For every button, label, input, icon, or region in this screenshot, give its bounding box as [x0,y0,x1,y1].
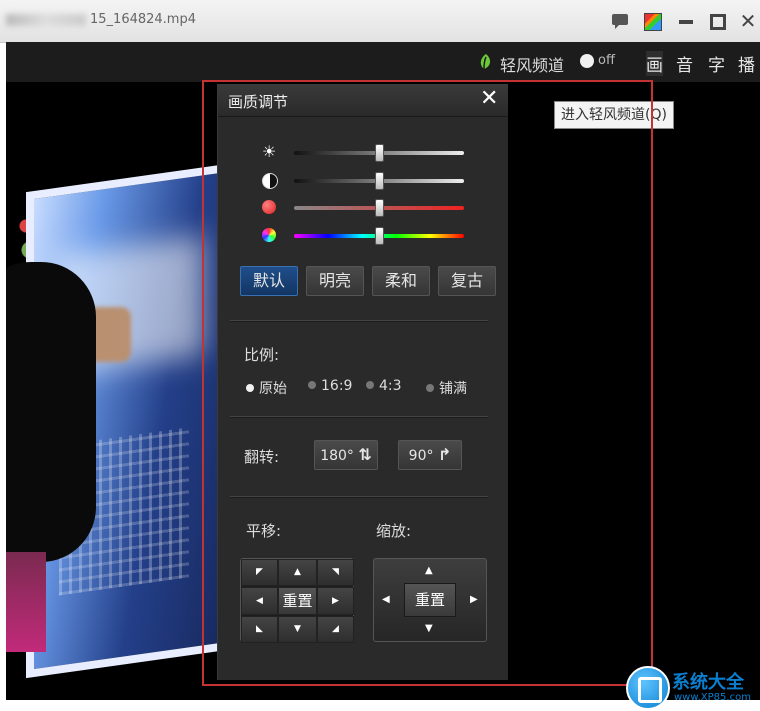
pan-pad: ◤ ▲ ◥ ◀ 重置 ▶ ◣ ▼ ◢ [240,558,354,643]
divider [230,416,488,418]
channel-tooltip: 进入轻风频道(Q) [554,101,674,129]
radio-icon[interactable] [308,381,316,389]
sun-icon: ☀ [262,142,277,161]
channel-toggle-state[interactable]: off [598,53,615,68]
zoom-out-vertical-button[interactable]: ▼ [425,623,433,634]
window-title: 15_164824.mp4 [6,12,196,27]
radio-icon[interactable] [246,384,254,392]
zoom-in-horizontal-button[interactable]: ▶ [470,594,478,605]
contrast-slider[interactable] [262,172,472,190]
pan-left-button[interactable]: ◀ [241,587,278,615]
playback-tab[interactable]: 播 [738,51,755,76]
player-toolbar: 轻风频道 off 画 音 字 播 [6,42,760,82]
title-bar: 15_164824.mp4 ✕ [0,0,760,43]
hue-slider[interactable] [262,227,472,245]
maximize-button[interactable] [707,11,727,31]
ratio-4-3-option[interactable]: 4:3 [366,378,402,394]
divider [230,496,488,498]
channel-toggle[interactable] [580,54,594,68]
red-dot-icon [262,200,276,214]
channel-label[interactable]: 轻风频道 [500,52,564,76]
saturation-thumb[interactable] [375,199,384,217]
panel-title: 画质调节 [228,93,289,111]
site-logo-icon [626,666,670,710]
radio-icon[interactable] [366,381,374,389]
watermark-text: 系统大全 [672,672,744,693]
skin-icon[interactable] [642,11,662,31]
close-icon[interactable]: ✕ [480,86,498,111]
preset-bright-button[interactable]: 明亮 [306,266,364,296]
leaf-icon[interactable] [478,53,494,71]
close-window-button[interactable]: ✕ [738,11,758,31]
pan-down-button[interactable]: ▼ [278,616,317,643]
turn-right-arrow-icon: ↱ [437,445,452,464]
ratio-label: 比例: [244,346,280,364]
ratio-fill-option[interactable]: 铺满 [426,378,467,398]
flip-180-button[interactable]: 180° ⇅ [314,440,378,470]
ratio-original-option[interactable]: 原始 [246,378,287,398]
flip-label: 翻转: [244,448,280,466]
zoom-label: 缩放: [376,522,412,540]
rotate-90-button[interactable]: 90° ↱ [398,440,462,470]
pan-up-button[interactable]: ▲ [278,559,317,586]
brightness-thumb[interactable] [375,144,384,162]
video-dark-shape [6,262,96,562]
contrast-thumb[interactable] [375,172,384,190]
panel-header: 画质调节 ✕ [218,84,508,117]
pan-up-right-button[interactable]: ◥ [317,559,354,586]
color-wheel-icon [262,228,276,242]
minimize-button[interactable] [676,11,696,31]
preset-default-button[interactable]: 默认 [240,266,298,296]
picture-adjust-panel: 画质调节 ✕ ☀ 默认 明亮 柔和 复古 比例: 原始 16:9 4:3 铺满 … [217,84,508,680]
pan-reset-button[interactable]: 重置 [278,587,317,615]
audio-tab[interactable]: 音 [676,51,693,76]
zoom-out-horizontal-button[interactable]: ◀ [382,594,390,605]
zoom-pad: ▲ ▼ ◀ ▶ 重置 [373,558,487,642]
video-pink-object [6,552,46,652]
ratio-16-9-option[interactable]: 16:9 [308,378,352,394]
picture-tab[interactable]: 画 [646,51,663,76]
chat-icon[interactable] [610,11,630,31]
zoom-in-vertical-button[interactable]: ▲ [425,565,433,576]
divider [230,320,488,322]
preset-soft-button[interactable]: 柔和 [372,266,430,296]
watermark-url: www.XP85.com [674,692,751,703]
brightness-slider[interactable]: ☀ [262,142,472,162]
pan-right-button[interactable]: ▶ [317,587,354,615]
contrast-icon [262,173,278,189]
pan-down-right-button[interactable]: ◢ [317,616,354,643]
radio-icon[interactable] [426,384,434,392]
preset-retro-button[interactable]: 复古 [438,266,496,296]
subtitle-tab[interactable]: 字 [708,51,725,76]
watermark: 系统大全 www.XP85.com [624,664,760,711]
zoom-reset-button[interactable]: 重置 [404,583,456,617]
vertical-arrows-icon: ⇅ [358,445,372,464]
blurred-filename-prefix [6,13,86,26]
pan-label: 平移: [246,522,282,540]
saturation-slider[interactable] [262,199,472,217]
pan-down-left-button[interactable]: ◣ [241,616,278,643]
pan-up-left-button[interactable]: ◤ [241,559,278,586]
hue-thumb[interactable] [375,227,384,245]
